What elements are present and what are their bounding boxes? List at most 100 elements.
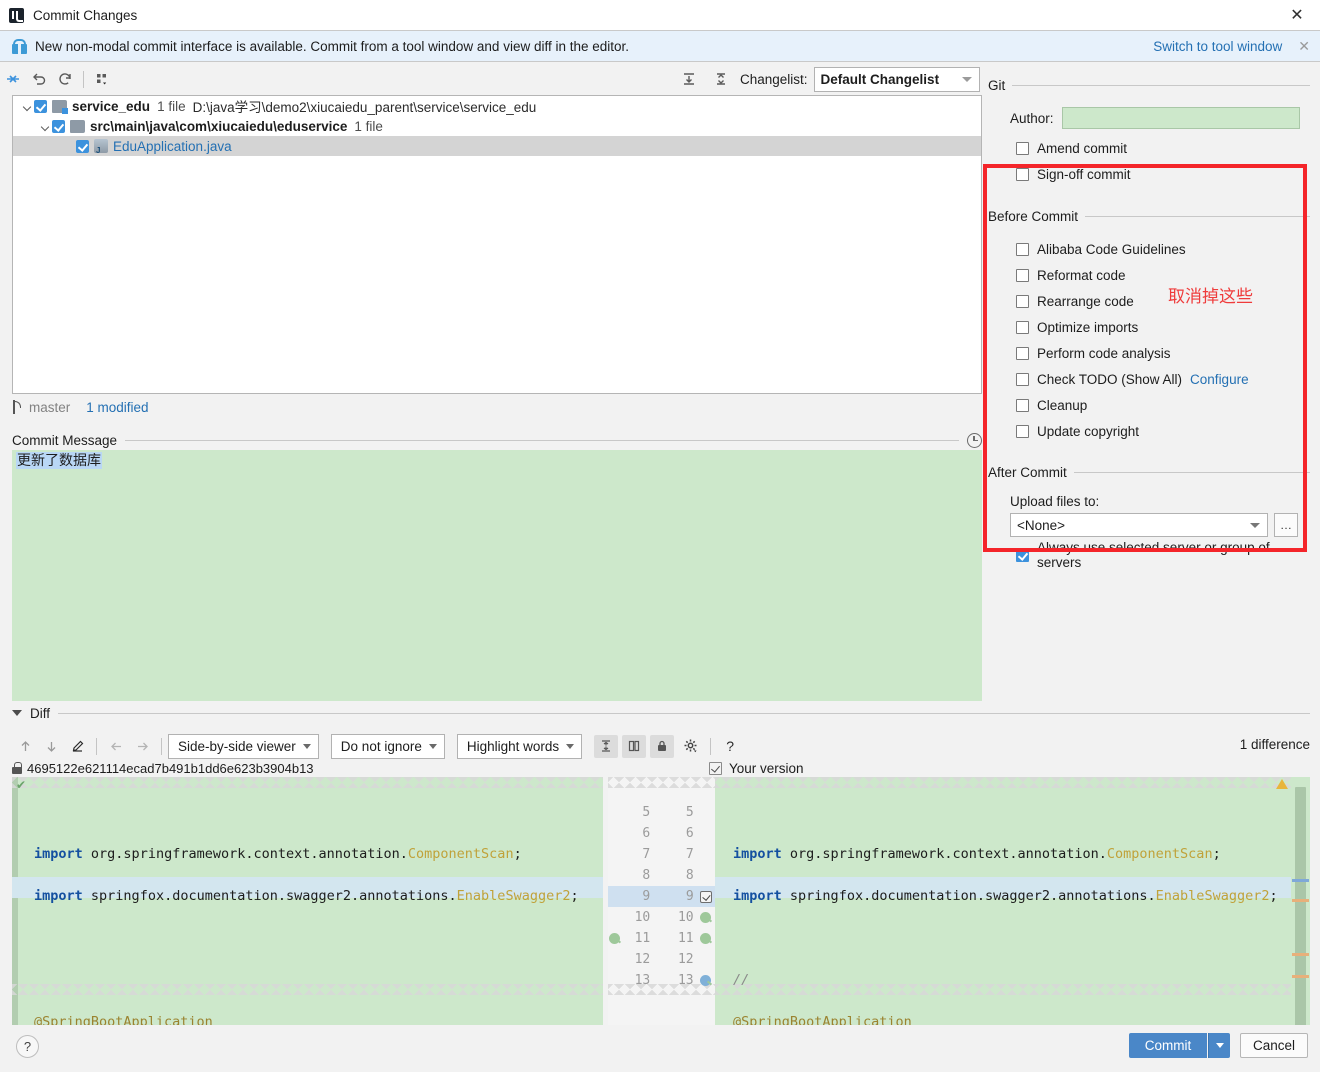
signoff-commit-label: Sign-off commit (1037, 166, 1131, 182)
changelist-area: Changelist: Default Changelist (676, 63, 980, 95)
signoff-commit-row[interactable]: Sign-off commit (1016, 161, 1310, 187)
diff-scrollbar[interactable] (1276, 777, 1310, 1025)
notification-bar: New non-modal commit interface is availa… (0, 31, 1320, 62)
warning-triangle-icon[interactable] (1276, 779, 1288, 789)
option-checkbox[interactable] (1016, 294, 1029, 308)
diff-added-comment: // (733, 972, 750, 988)
diff-toolbar: Side-by-side viewer Do not ignore Highli… (12, 731, 1310, 761)
author-label: Author: (1010, 110, 1054, 126)
diff-ok-icon: ✔ (16, 778, 27, 792)
tree-node-name: EduApplication.java (113, 138, 232, 154)
option-checkbox[interactable] (1016, 346, 1029, 360)
option-checkbox[interactable] (1016, 372, 1029, 386)
option-checkbox[interactable] (1016, 268, 1029, 282)
diff-fold-top (608, 777, 715, 788)
diff-help-icon[interactable]: ? (717, 734, 743, 758)
switch-to-tool-window-link[interactable]: Switch to tool window (1153, 39, 1282, 54)
chevron-down-icon[interactable] (12, 710, 22, 716)
amend-commit-checkbox[interactable] (1016, 141, 1029, 155)
signoff-commit-checkbox[interactable] (1016, 167, 1029, 181)
collapse-unchanged-icon[interactable] (594, 734, 619, 758)
tree-row-module[interactable]: service_edu 1 file D:\java学习\demo2\xiuca… (13, 96, 981, 116)
configure-link[interactable]: Configure (1190, 372, 1249, 387)
modified-count[interactable]: 1 modified (86, 400, 148, 415)
chevron-down-icon[interactable] (39, 120, 52, 133)
your-version-checkbox[interactable] (709, 761, 722, 775)
option-checkbox[interactable] (1016, 424, 1029, 438)
clock-icon[interactable] (967, 432, 982, 448)
option-label: Reformat code (1037, 267, 1126, 283)
commit-dropdown-button[interactable] (1208, 1033, 1230, 1058)
commit-button[interactable]: Commit (1129, 1033, 1207, 1058)
run-gutter-icon[interactable] (700, 975, 712, 986)
apply-right-icon[interactable] (129, 734, 155, 758)
tree-checkbox[interactable] (52, 119, 65, 133)
changelist-select[interactable]: Default Changelist (813, 66, 980, 92)
apply-left-icon[interactable] (103, 734, 129, 758)
option-optimize-imports[interactable]: Optimize imports (1016, 314, 1310, 340)
commit-message-title: Commit Message (12, 432, 118, 448)
diff-fold-top (715, 777, 1291, 788)
diff-pane-right[interactable]: import org.springframework.context.annot… (715, 777, 1291, 1025)
amend-commit-label: Amend commit (1037, 140, 1128, 156)
ignore-mode-select[interactable]: Do not ignore (330, 733, 445, 759)
inspection-bulb-icon[interactable] (700, 933, 712, 944)
next-diff-icon[interactable] (38, 734, 64, 758)
sync-scroll-icon[interactable] (622, 734, 647, 758)
highlight-mode-select[interactable]: Highlight words (456, 733, 583, 759)
option-checkbox[interactable] (1016, 242, 1029, 256)
tree-checkbox[interactable] (34, 99, 47, 113)
chevron-down-icon (1250, 523, 1260, 528)
group-by-icon[interactable] (89, 67, 115, 91)
scrollbar-thumb[interactable] (1295, 787, 1306, 1025)
lock-icon[interactable] (650, 734, 675, 758)
show-diff-icon[interactable] (0, 67, 26, 91)
amend-commit-row[interactable]: Amend commit (1016, 135, 1310, 161)
refresh-icon[interactable] (52, 67, 78, 91)
edit-icon[interactable] (64, 734, 90, 758)
option-checkbox[interactable] (1016, 398, 1029, 412)
window-close-button[interactable]: ✕ (1274, 0, 1320, 31)
inspection-bulb-icon[interactable] (700, 912, 712, 923)
option-check-todo[interactable]: Check TODO (Show All) Configure (1016, 366, 1310, 392)
tree-checkbox[interactable] (76, 139, 89, 153)
branch-name: master (29, 399, 71, 415)
rollback-icon[interactable] (26, 67, 52, 91)
intellij-logo-icon (9, 7, 24, 23)
settings-icon[interactable] (678, 734, 704, 758)
browse-button[interactable]: … (1274, 513, 1298, 537)
author-input[interactable] (1061, 107, 1300, 129)
always-use-server-checkbox[interactable] (1016, 548, 1029, 562)
prev-diff-icon[interactable] (12, 734, 38, 758)
option-alibaba-code-guidelines[interactable]: Alibaba Code Guidelines (1016, 236, 1310, 262)
before-commit-title: Before Commit (988, 208, 1079, 224)
viewer-mode-select[interactable]: Side-by-side viewer (168, 733, 319, 759)
help-button[interactable]: ? (16, 1035, 39, 1058)
option-reformat-code[interactable]: Reformat code (1016, 262, 1310, 288)
diff-marker (1292, 975, 1309, 978)
chevron-down-icon[interactable] (21, 100, 34, 113)
changelist-value: Default Changelist (820, 71, 940, 87)
tree-row-file[interactable]: EduApplication.java (13, 136, 981, 156)
expand-all-icon[interactable] (676, 67, 702, 91)
cancel-button[interactable]: Cancel (1240, 1033, 1308, 1058)
option-rearrange-code[interactable]: Rearrange code (1016, 288, 1310, 314)
option-cleanup[interactable]: Cleanup (1016, 392, 1310, 418)
option-label: Alibaba Code Guidelines (1037, 241, 1186, 257)
diff-section-header[interactable]: Diff (12, 704, 1310, 722)
changes-tree[interactable]: service_edu 1 file D:\java学习\demo2\xiuca… (12, 95, 982, 394)
always-use-server-row[interactable]: Always use selected server or group of s… (1016, 540, 1310, 570)
collapse-all-icon[interactable] (708, 67, 734, 91)
option-update-copyright[interactable]: Update copyright (1016, 418, 1310, 444)
your-version-row[interactable]: Your version (709, 761, 804, 776)
inspection-bulb-icon[interactable] (608, 933, 620, 944)
accept-change-checkbox[interactable] (699, 890, 712, 903)
option-perform-code-analysis[interactable]: Perform code analysis (1016, 340, 1310, 366)
changelist-label: Changelist: (740, 71, 808, 87)
diff-pane-left[interactable]: ✔ import org.springframework.context.ann… (12, 777, 603, 1025)
upload-target-select[interactable]: <None> (1010, 513, 1268, 537)
tree-row-package[interactable]: src\main\java\com\xiucaiedu\eduservice 1… (13, 116, 981, 136)
notification-close-icon[interactable]: ✕ (1294, 38, 1314, 55)
option-checkbox[interactable] (1016, 320, 1029, 334)
commit-message-input[interactable]: 更新了数据库 (12, 450, 982, 701)
